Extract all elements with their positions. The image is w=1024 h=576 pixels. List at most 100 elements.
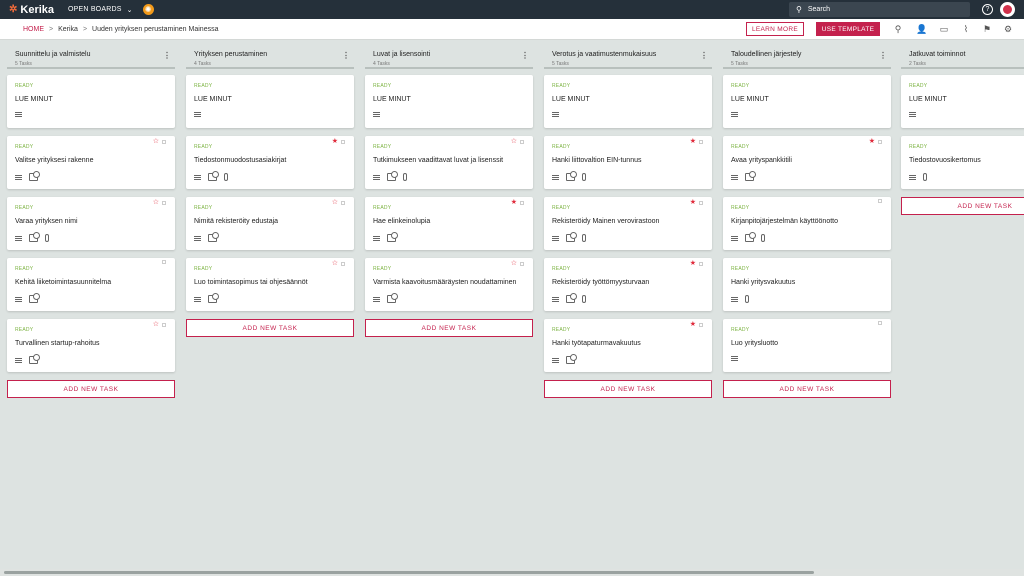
star-filled-icon[interactable]: ★ <box>690 199 696 206</box>
task-card[interactable]: READY Tutkimukseen vaadittavat luvat ja l… <box>365 136 533 189</box>
search-icon[interactable]: ⚲ <box>892 23 904 35</box>
column-header[interactable]: Yrityksen perustaminen 4 Tasks ⋮ <box>186 41 354 69</box>
more-vertical-icon[interactable]: ⋮ <box>163 51 171 60</box>
star-outline-icon[interactable]: ☆ <box>153 138 159 145</box>
more-vertical-icon[interactable]: ⋮ <box>879 51 887 60</box>
select-box-icon[interactable] <box>162 139 166 144</box>
card-icons <box>552 171 586 181</box>
column-header[interactable]: Taloudellinen järjestely 5 Tasks ⋮ <box>723 41 891 69</box>
star-filled-icon[interactable]: ★ <box>511 199 517 206</box>
add-new-task-button[interactable]: ADD NEW TASK <box>544 380 712 398</box>
task-card[interactable]: READY Hae elinkeinolupia ★ <box>365 197 533 250</box>
star-outline-icon[interactable]: ☆ <box>153 199 159 206</box>
select-box-icon[interactable] <box>162 200 166 205</box>
star-outline-icon[interactable]: ☆ <box>153 321 159 328</box>
more-vertical-icon[interactable]: ⋮ <box>521 51 529 60</box>
attachment-icon[interactable]: ⌇ <box>960 23 972 35</box>
settings-icon[interactable]: ⚙ <box>1002 23 1014 35</box>
task-card[interactable]: READY Kehitä liiketoimintasuunnitelma <box>7 258 175 311</box>
star-outline-icon[interactable]: ☆ <box>511 138 517 145</box>
board-column: Suunnittelu ja valmistelu 5 Tasks ⋮ READY LU… <box>0 41 175 398</box>
task-card[interactable]: READY LUE MINUT <box>186 75 354 128</box>
column-header[interactable]: Luvat ja lisensointi 4 Tasks ⋮ <box>365 41 533 69</box>
add-new-task-button[interactable]: ADD NEW TASK <box>186 319 354 337</box>
column-header[interactable]: Suunnittelu ja valmistelu 5 Tasks ⋮ <box>7 41 175 69</box>
task-card[interactable]: READY Varmista kaavoitusmääräysten noudat… <box>365 258 533 311</box>
select-box-icon[interactable] <box>341 261 345 266</box>
task-card[interactable]: READY LUE MINUT <box>901 75 1024 128</box>
select-box-icon[interactable] <box>878 321 882 325</box>
task-card[interactable]: READY Hanki työtapaturmavakuutus ★ <box>544 319 712 372</box>
task-card[interactable]: READY Nimitä rekisteröity edustaja ☆ <box>186 197 354 250</box>
breadcrumb-home[interactable]: HOME <box>23 26 44 33</box>
select-box-icon[interactable] <box>699 322 703 327</box>
task-card[interactable]: READY Valitse yrityksesi rakenne ☆ <box>7 136 175 189</box>
avatar[interactable] <box>1000 2 1015 17</box>
checklist-icon <box>29 293 40 303</box>
task-card[interactable]: READY Tiedostonmuodostusasiakirjat ★ <box>186 136 354 189</box>
kerika-logo[interactable]: ✲ Kerika <box>9 4 54 16</box>
task-card[interactable]: READY Varaa yrityksen nimi ☆ <box>7 197 175 250</box>
select-box-icon[interactable] <box>878 199 882 203</box>
card-flags: ☆ <box>511 138 524 145</box>
star-outline-icon[interactable]: ☆ <box>332 260 338 267</box>
use-template-button[interactable]: USE TEMPLATE <box>816 22 880 36</box>
task-title: Luo toimintasopimus tai ohjesäännöt <box>194 279 308 286</box>
pin-icon[interactable]: ⚑ <box>981 23 993 35</box>
star-filled-icon[interactable]: ★ <box>869 138 875 145</box>
task-card[interactable]: READY Luo toimintasopimus tai ohjesäännöt… <box>186 258 354 311</box>
star-outline-icon[interactable]: ☆ <box>511 260 517 267</box>
select-box-icon[interactable] <box>520 261 524 266</box>
star-filled-icon[interactable]: ★ <box>690 138 696 145</box>
select-box-icon[interactable] <box>162 260 166 264</box>
select-box-icon[interactable] <box>341 200 345 205</box>
task-card[interactable]: READY Tiedostovuosikertomus <box>901 136 1024 189</box>
scrollbar-thumb[interactable] <box>4 571 814 574</box>
select-box-icon[interactable] <box>520 200 524 205</box>
horizontal-scrollbar[interactable] <box>0 569 1024 576</box>
chat-icon[interactable]: ▭ <box>938 23 950 35</box>
attachment-icon <box>224 173 228 181</box>
add-person-icon[interactable]: 👤 <box>916 23 928 35</box>
select-box-icon[interactable] <box>699 261 703 266</box>
card-icons <box>731 356 738 361</box>
add-new-task-button[interactable]: ADD NEW TASK <box>723 380 891 398</box>
add-new-task-button[interactable]: ADD NEW TASK <box>7 380 175 398</box>
column-header[interactable]: Verotus ja vaatimustenmukaisuus 5 Tasks ⋮ <box>544 41 712 69</box>
task-card[interactable]: READY Turvallinen startup-rahoitus ☆ <box>7 319 175 372</box>
task-card[interactable]: READY LUE MINUT <box>365 75 533 128</box>
learn-more-button[interactable]: LEARN MORE <box>746 22 804 36</box>
select-box-icon[interactable] <box>520 139 524 144</box>
card-flags: ☆ <box>332 260 345 267</box>
task-card[interactable]: READY LUE MINUT <box>544 75 712 128</box>
star-filled-icon[interactable]: ★ <box>332 138 338 145</box>
open-boards-menu[interactable]: OPEN BOARDS ⌄ <box>68 6 133 14</box>
breadcrumb-item[interactable]: Kerika <box>58 26 78 33</box>
select-box-icon[interactable] <box>699 139 703 144</box>
card-icons <box>552 293 586 303</box>
task-card[interactable]: READY LUE MINUT <box>723 75 891 128</box>
help-icon[interactable]: ? <box>982 4 993 15</box>
add-new-task-button[interactable]: ADD NEW TASK <box>365 319 533 337</box>
search-box[interactable]: ⚲ Search <box>789 2 970 17</box>
task-card[interactable]: READY Luo yritysluotto <box>723 319 891 372</box>
task-card[interactable]: READY Rekisteröidy työttömyysturvaan ★ <box>544 258 712 311</box>
task-card[interactable]: READY Kirjanpitojärjestelmän käyttöönotto <box>723 197 891 250</box>
task-card[interactable]: READY Avaa yrityspankkitili ★ <box>723 136 891 189</box>
more-vertical-icon[interactable]: ⋮ <box>342 51 350 60</box>
task-card[interactable]: READY Hanki liittovaltion EIN-tunnus ★ <box>544 136 712 189</box>
star-outline-icon[interactable]: ☆ <box>332 199 338 206</box>
star-filled-icon[interactable]: ★ <box>690 260 696 267</box>
task-card[interactable]: READY Hanki yritysvakuutus <box>723 258 891 311</box>
select-box-icon[interactable] <box>699 200 703 205</box>
select-box-icon[interactable] <box>162 322 166 327</box>
task-card[interactable]: READY LUE MINUT <box>7 75 175 128</box>
notification-icon[interactable]: ✺ <box>142 4 154 15</box>
add-new-task-button[interactable]: ADD NEW TASK <box>901 197 1024 215</box>
star-filled-icon[interactable]: ★ <box>690 321 696 328</box>
more-vertical-icon[interactable]: ⋮ <box>700 51 708 60</box>
select-box-icon[interactable] <box>878 139 882 144</box>
select-box-icon[interactable] <box>341 139 345 144</box>
task-card[interactable]: READY Rekisteröidy Mainen verovirastoon ★ <box>544 197 712 250</box>
column-header[interactable]: Jatkuvat toiminnot2 Tasks⋮ <box>901 41 1024 69</box>
